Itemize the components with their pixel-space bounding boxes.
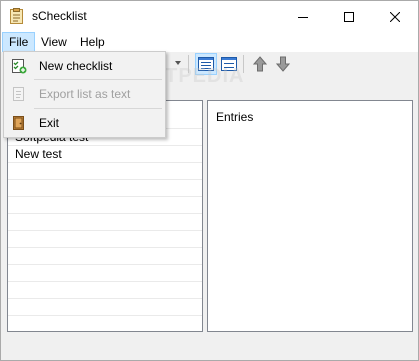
toolbar-separator (243, 55, 244, 73)
empty-row (8, 265, 202, 282)
empty-row (8, 282, 202, 299)
maximize-button[interactable] (326, 1, 372, 32)
empty-row (8, 231, 202, 248)
menu-item-new-checklist[interactable]: New checklist (6, 54, 163, 78)
menu-item-label: Export list as text (39, 87, 131, 101)
maximize-icon (344, 11, 354, 22)
menu-item-export-text: Export list as text (6, 82, 163, 106)
entries-panel[interactable]: Entries (207, 100, 413, 332)
toolbar-separator (188, 55, 189, 73)
empty-row (8, 248, 202, 265)
empty-row (8, 299, 202, 316)
menu-item-label: New checklist (39, 59, 113, 73)
view-detailed-button[interactable] (195, 53, 217, 75)
menu-item-exit[interactable]: Exit (6, 111, 163, 135)
clipboard-icon (10, 8, 23, 24)
menu-separator (34, 108, 162, 109)
empty-row (8, 163, 202, 180)
minimize-icon (298, 16, 308, 18)
menu-item-label: Exit (39, 116, 60, 130)
move-up-button[interactable] (249, 53, 271, 75)
chevron-down-icon[interactable] (175, 61, 181, 65)
close-button[interactable] (372, 1, 418, 32)
window-title: sChecklist (32, 9, 87, 23)
empty-row (8, 197, 202, 214)
title-bar[interactable]: sChecklist (1, 1, 418, 32)
detail-view-icon (198, 57, 214, 71)
minimize-button[interactable] (280, 1, 326, 32)
menu-file[interactable]: File (2, 32, 36, 52)
move-down-button[interactable] (272, 53, 294, 75)
menu-view[interactable]: View (34, 32, 74, 52)
close-icon (390, 11, 400, 22)
empty-row (8, 180, 202, 197)
list-view-icon (221, 57, 237, 71)
app-window: sChecklist File View Help New test Entri… (0, 0, 419, 361)
view-list-button[interactable] (218, 53, 240, 75)
exit-door-icon (13, 116, 24, 130)
arrow-up-icon (253, 56, 267, 72)
menu-bar: File View Help (1, 32, 418, 52)
empty-row (8, 214, 202, 231)
status-bar (1, 341, 418, 360)
new-checklist-icon (12, 59, 27, 74)
export-icon (13, 87, 24, 101)
list-item[interactable]: New test (8, 146, 202, 163)
menu-separator (34, 79, 162, 80)
arrow-down-icon (276, 56, 290, 72)
entries-header: Entries (216, 110, 254, 124)
file-menu-dropdown: New checklist Export list as text Exit (3, 51, 166, 138)
menu-help[interactable]: Help (73, 32, 112, 52)
